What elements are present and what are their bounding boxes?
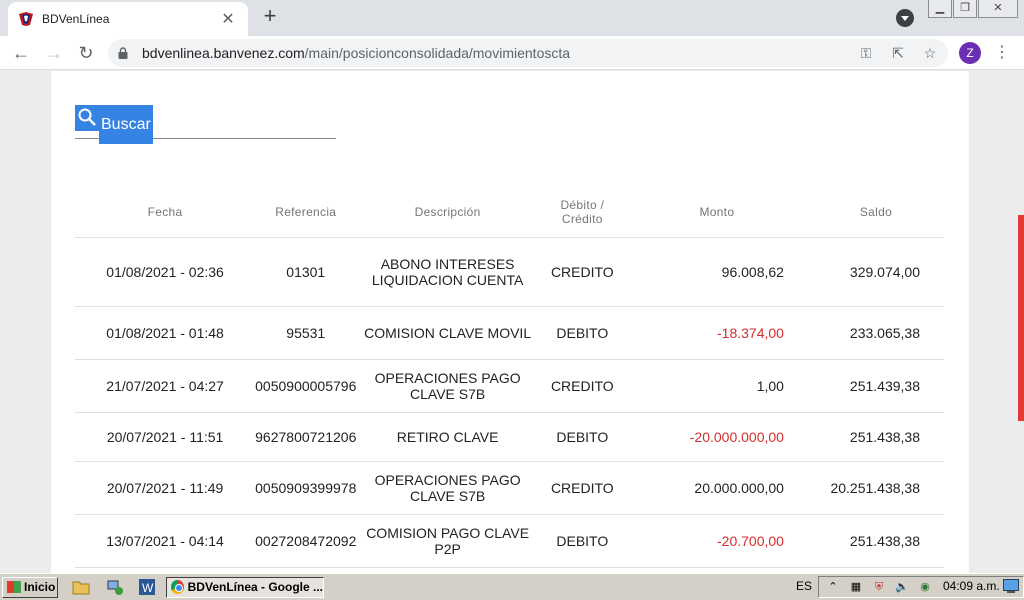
tray-security-icon[interactable]: ⛨ bbox=[871, 580, 887, 594]
cell-fecha: 20/07/2021 - 11:49 bbox=[75, 461, 256, 515]
browser-toolbar: ← → ↻ bdvenlinea.banvenez.com/main/posic… bbox=[0, 36, 1024, 70]
key-icon[interactable]: ⚿ bbox=[856, 43, 876, 63]
header-monto[interactable]: Monto bbox=[625, 187, 808, 238]
table-row[interactable]: 20/07/2021 - 11:49 0050909399978 OPERACI… bbox=[75, 461, 944, 515]
cell-tipo: CREDITO bbox=[538, 237, 626, 307]
cell-referencia: 95531 bbox=[255, 306, 357, 360]
scroll-indicator[interactable] bbox=[1018, 215, 1024, 421]
cell-descripcion: COMISION PAGO CLAVE P2P bbox=[356, 514, 539, 568]
windows-flag-icon bbox=[7, 581, 21, 593]
header-fecha[interactable]: Fecha bbox=[75, 187, 256, 238]
url-host: bdvenlinea.banvenez.com bbox=[142, 45, 305, 61]
start-label: Inicio bbox=[24, 580, 56, 594]
forward-icon[interactable]: → bbox=[43, 42, 65, 64]
svg-text:W: W bbox=[142, 581, 154, 595]
reload-icon[interactable]: ↻ bbox=[75, 42, 97, 64]
cell-saldo: 251.439,38 bbox=[807, 359, 944, 413]
cell-referencia: 0050900005796 bbox=[255, 359, 357, 413]
browser-tab-strip: BDVenLínea ✕ + ▁ ❐ ✕ bbox=[0, 0, 1024, 36]
profile-avatar[interactable]: Z bbox=[959, 42, 981, 64]
cell-descripcion: COMISION CLAVE MOVIL bbox=[356, 306, 539, 360]
table-row[interactable]: 01/08/2021 - 02:36 01301 ABONO INTERESES… bbox=[75, 237, 944, 307]
language-indicator[interactable]: ES bbox=[796, 579, 812, 593]
cell-descripcion: ABONO INTERESES LIQUIDACION CUENTA bbox=[356, 237, 539, 307]
back-icon[interactable]: ← bbox=[10, 42, 32, 64]
cell-monto: -18.374,00 bbox=[625, 306, 808, 360]
minimize-button[interactable]: ▁ bbox=[928, 0, 952, 18]
open-external-icon[interactable]: ⇱ bbox=[888, 43, 908, 63]
cell-tipo: DEBITO bbox=[538, 306, 626, 360]
volume-icon[interactable]: 🔈 bbox=[894, 580, 910, 594]
tab-search-icon[interactable] bbox=[896, 9, 914, 27]
cell-saldo: 251.438,38 bbox=[807, 412, 944, 462]
cell-saldo: 329.074,00 bbox=[807, 237, 944, 307]
search-icon[interactable] bbox=[75, 105, 99, 131]
browser-menu-icon[interactable]: ⋮ bbox=[994, 42, 1010, 64]
cell-tipo: DEBITO bbox=[538, 514, 626, 568]
cell-descripcion: OPERACIONES PAGO CLAVE S7B bbox=[356, 359, 539, 413]
movements-card: Buscar Fecha Referencia Descripción Débi… bbox=[51, 71, 969, 573]
table-row[interactable]: 13/07/2021 - 04:14 0027208472092 COMISIO… bbox=[75, 514, 944, 568]
cell-saldo: 251.438,38 bbox=[807, 514, 944, 568]
cell-tipo: DEBITO bbox=[538, 412, 626, 462]
search-label: Buscar bbox=[99, 105, 153, 144]
cell-fecha: 01/08/2021 - 02:36 bbox=[75, 237, 256, 307]
cell-fecha: 20/07/2021 - 11:51 bbox=[75, 412, 256, 462]
table-row[interactable]: 01/08/2021 - 01:48 95531 COMISION CLAVE … bbox=[75, 306, 944, 360]
cell-monto: 96.008,62 bbox=[625, 237, 808, 307]
task-label: BDVenLínea - Google ... bbox=[187, 580, 323, 594]
folder-icon[interactable] bbox=[72, 578, 90, 596]
search-field[interactable]: Buscar bbox=[75, 105, 336, 144]
header-saldo[interactable]: Saldo bbox=[807, 187, 944, 238]
browser-tab[interactable]: BDVenLínea ✕ bbox=[8, 2, 248, 36]
tab-title: BDVenLínea bbox=[42, 12, 110, 26]
bookmark-star-icon[interactable]: ☆ bbox=[920, 43, 940, 63]
cell-saldo: 20.251.438,38 bbox=[807, 461, 944, 515]
header-descripcion[interactable]: Descripción bbox=[356, 187, 539, 238]
cell-fecha: 21/07/2021 - 04:27 bbox=[75, 359, 256, 413]
table-header-row: Fecha Referencia Descripción Débito / Cr… bbox=[75, 187, 944, 238]
movements-table: Fecha Referencia Descripción Débito / Cr… bbox=[75, 187, 944, 568]
cell-referencia: 9627800721206 bbox=[255, 412, 357, 462]
show-desktop-icon[interactable] bbox=[1003, 579, 1019, 593]
cell-referencia: 0027208472092 bbox=[255, 514, 357, 568]
address-bar[interactable]: bdvenlinea.banvenez.com/main/posicioncon… bbox=[108, 39, 948, 67]
tray-network-icon[interactable]: ▦ bbox=[848, 580, 864, 594]
cell-descripcion: OPERACIONES PAGO CLAVE S7B bbox=[356, 461, 539, 515]
cell-fecha: 01/08/2021 - 01:48 bbox=[75, 306, 256, 360]
cell-saldo: 233.065,38 bbox=[807, 306, 944, 360]
page-viewport: Buscar Fecha Referencia Descripción Débi… bbox=[0, 71, 1024, 573]
table-row[interactable]: 21/07/2021 - 04:27 0050900005796 OPERACI… bbox=[75, 359, 944, 413]
header-referencia[interactable]: Referencia bbox=[255, 187, 357, 238]
start-button[interactable]: Inicio bbox=[2, 576, 58, 598]
tab-close-icon[interactable]: ✕ bbox=[218, 9, 238, 29]
new-tab-button[interactable]: + bbox=[258, 5, 282, 29]
url-path: /main/posicionconsolidada/movimientoscta bbox=[304, 45, 571, 61]
cell-tipo: CREDITO bbox=[538, 359, 626, 413]
clock: 04:09 a.m. bbox=[943, 579, 1000, 593]
table-row[interactable]: 20/07/2021 - 11:51 9627800721206 RETIRO … bbox=[75, 412, 944, 462]
tray-expand-icon[interactable]: ⌃ bbox=[825, 580, 841, 594]
cell-referencia: 0050909399978 bbox=[255, 461, 357, 515]
lock-icon bbox=[118, 47, 128, 59]
bdv-favicon-icon bbox=[19, 12, 33, 26]
cell-referencia: 01301 bbox=[255, 237, 357, 307]
cell-tipo: CREDITO bbox=[538, 461, 626, 515]
restore-button[interactable]: ❐ bbox=[953, 0, 977, 18]
word-icon[interactable]: W bbox=[138, 578, 156, 596]
chrome-icon bbox=[171, 580, 184, 594]
cell-descripcion: RETIRO CLAVE bbox=[356, 412, 539, 462]
cell-monto: -20.000.000,00 bbox=[625, 412, 808, 462]
cell-monto: 20.000.000,00 bbox=[625, 461, 808, 515]
close-window-button[interactable]: ✕ bbox=[978, 0, 1018, 18]
windows-taskbar: Inicio W BDVenLínea - Google ... ES ⌃ ▦ … bbox=[0, 573, 1024, 600]
cell-monto: 1,00 bbox=[625, 359, 808, 413]
network-icon[interactable] bbox=[106, 578, 124, 596]
tray-update-icon[interactable]: ◉ bbox=[917, 580, 933, 594]
chrome-task-button[interactable]: BDVenLínea - Google ... bbox=[166, 576, 324, 598]
cell-fecha: 13/07/2021 - 04:14 bbox=[75, 514, 256, 568]
cell-monto: -20.700,00 bbox=[625, 514, 808, 568]
header-debito-credito[interactable]: Débito / Crédito bbox=[538, 187, 626, 238]
